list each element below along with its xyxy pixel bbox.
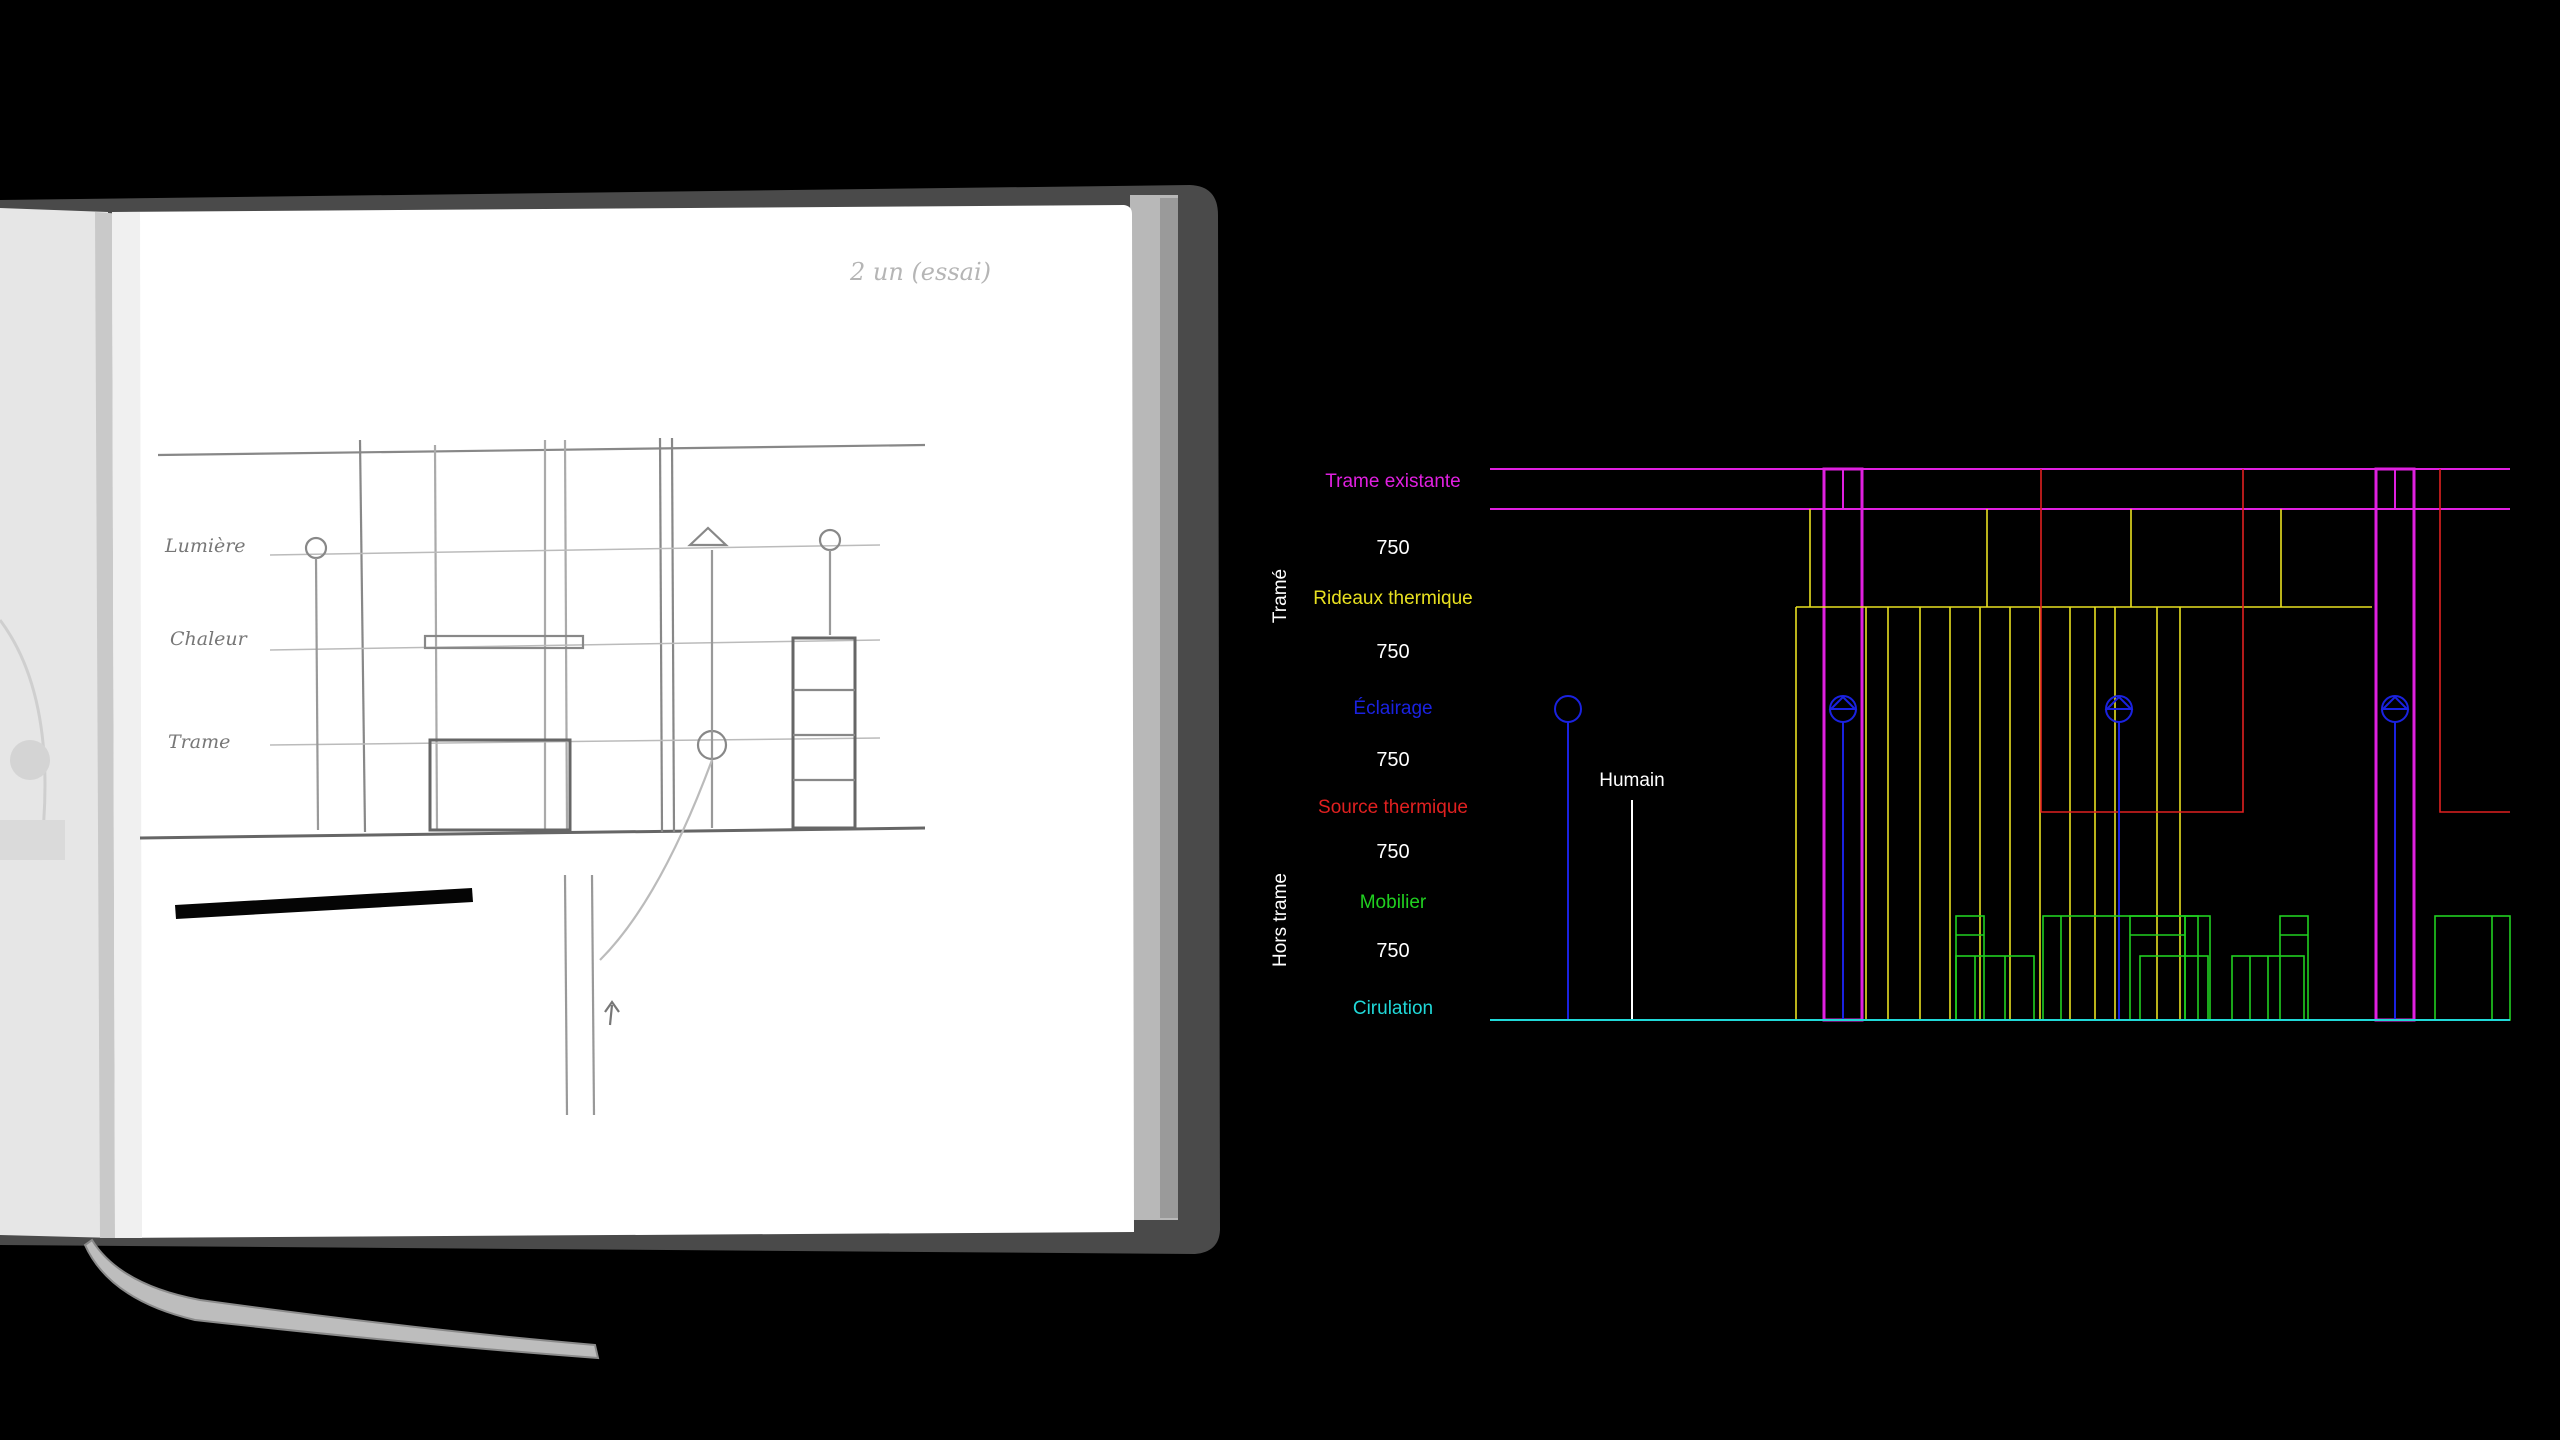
- dimension-value: 750: [1376, 641, 1409, 663]
- layer-label-trame-existante: Trame existante: [1325, 471, 1461, 492]
- heat-source-zone: [2040, 469, 2244, 813]
- left-page-smudge: [0, 820, 65, 860]
- sketch-header-scribble: 2 un (essai): [849, 258, 991, 286]
- page-shadow: [112, 212, 142, 1238]
- trame-existante-layer: [1490, 467, 2510, 1022]
- layer-label-circulation: Cirulation: [1353, 998, 1433, 1019]
- layer-label-mobilier: Mobilier: [1360, 892, 1427, 913]
- furniture-cabinet: [2434, 915, 2511, 1021]
- stage: 2 un (essai) Lumière Chaleur Trame Tramé…: [0, 185, 2511, 1360]
- furniture-shelf: [2042, 915, 2199, 1021]
- dimension-value: 750: [1376, 749, 1409, 771]
- layer-label-eclairage: Éclairage: [1353, 698, 1432, 719]
- layer-label-source-thermique: Source thermique: [1318, 797, 1468, 818]
- group-label-hors-trame: Hors trame: [1270, 873, 1291, 967]
- layer-diagram: Tramé Hors trame Trame existante Rideaux…: [1270, 467, 2511, 1022]
- dimension-value: 750: [1376, 537, 1409, 559]
- dimension-value: 750: [1376, 841, 1409, 863]
- right-page: [112, 205, 1134, 1238]
- mobilier-layer: [1955, 915, 2511, 1021]
- ribbon-bookmark: [83, 1238, 600, 1360]
- sketch-label-trame: Trame: [168, 731, 230, 753]
- rideaux-thermique-layer: [1795, 509, 2372, 1020]
- left-page-smudge: [10, 740, 50, 780]
- sketch-label-lumiere: Lumière: [164, 535, 246, 557]
- source-thermique-layer: [2040, 469, 2510, 813]
- page-stack-edge-dark: [1160, 198, 1178, 1218]
- dimension-value: 750: [1376, 940, 1409, 962]
- sketchbook-photo: 2 un (essai) Lumière Chaleur Trame: [0, 185, 1220, 1360]
- furniture-table: [1955, 955, 2035, 1021]
- heat-source-zone: [2439, 469, 2510, 813]
- human-label: Humain: [1599, 770, 1664, 791]
- sketch-label-chaleur: Chaleur: [170, 628, 249, 650]
- light-fixture: [1554, 695, 1582, 723]
- layer-label-rideaux-thermique: Rideaux thermique: [1313, 588, 1472, 609]
- group-label-trame: Tramé: [1270, 569, 1291, 623]
